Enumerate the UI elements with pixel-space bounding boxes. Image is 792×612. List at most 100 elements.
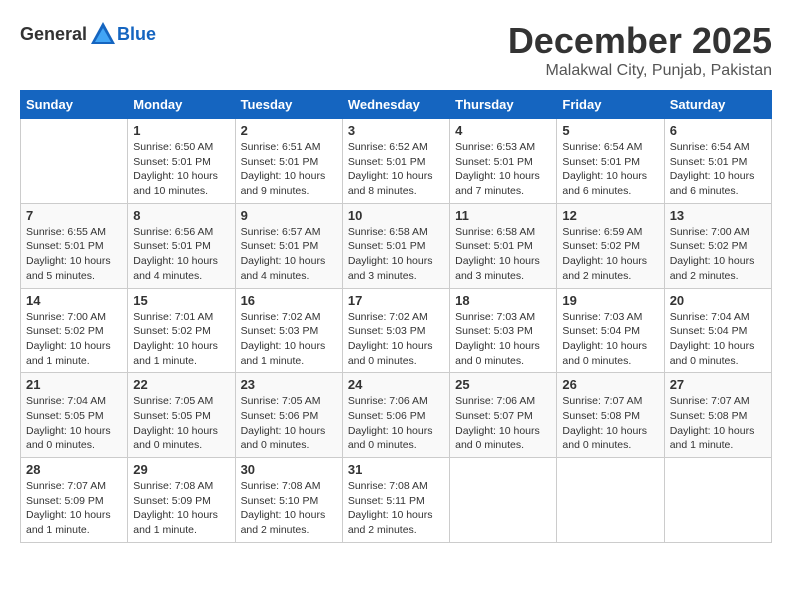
day-number: 1 xyxy=(133,123,229,138)
calendar-cell xyxy=(450,458,557,543)
day-number: 20 xyxy=(670,293,766,308)
day-info: Sunrise: 7:04 AM Sunset: 5:05 PM Dayligh… xyxy=(26,394,122,453)
calendar-cell: 31Sunrise: 7:08 AM Sunset: 5:11 PM Dayli… xyxy=(342,458,449,543)
calendar-week-row: 7 Sunrise: 6:55 AM Sunset: 5:01 PM Daylig… xyxy=(21,203,772,288)
day-info: Sunrise: 7:03 AM Sunset: 5:04 PM Dayligh… xyxy=(562,310,658,369)
day-number: 30 xyxy=(241,462,337,477)
day-info: Sunrise: 6:58 AM Sunset: 5:01 PM Dayligh… xyxy=(455,225,551,284)
calendar-cell: 26 Sunrise: 7:07 AM Sunset: 5:08 PM Dayli… xyxy=(557,373,664,458)
calendar-week-row: 14 Sunrise: 7:00 AM Sunset: 5:02 PM Dayli… xyxy=(21,288,772,373)
logo-general: General xyxy=(20,24,87,45)
calendar-cell: 14 Sunrise: 7:00 AM Sunset: 5:02 PM Dayli… xyxy=(21,288,128,373)
day-number: 25 xyxy=(455,377,551,392)
calendar-table: SundayMondayTuesdayWednesdayThursdayFrid… xyxy=(20,90,772,543)
day-number: 4 xyxy=(455,123,551,138)
calendar-cell: 15Sunrise: 7:01 AM Sunset: 5:02 PM Dayli… xyxy=(128,288,235,373)
calendar-cell: 3Sunrise: 6:52 AM Sunset: 5:01 PM Daylig… xyxy=(342,119,449,204)
day-number: 18 xyxy=(455,293,551,308)
page-header: General Blue December 2025 Malakwal City… xyxy=(20,20,772,80)
location-title: Malakwal City, Punjab, Pakistan xyxy=(508,62,772,80)
day-info: Sunrise: 7:00 AM Sunset: 5:02 PM Dayligh… xyxy=(26,310,122,369)
calendar-cell: 29 Sunrise: 7:08 AM Sunset: 5:09 PM Dayli… xyxy=(128,458,235,543)
logo-blue: Blue xyxy=(117,24,156,45)
day-number: 21 xyxy=(26,377,122,392)
day-number: 27 xyxy=(670,377,766,392)
day-info: Sunrise: 7:08 AM Sunset: 5:09 PM Dayligh… xyxy=(133,479,229,538)
calendar-cell: 22Sunrise: 7:05 AM Sunset: 5:05 PM Dayli… xyxy=(128,373,235,458)
calendar-cell: 21 Sunrise: 7:04 AM Sunset: 5:05 PM Dayli… xyxy=(21,373,128,458)
calendar-cell: 7 Sunrise: 6:55 AM Sunset: 5:01 PM Daylig… xyxy=(21,203,128,288)
header-day: Tuesday xyxy=(235,91,342,119)
calendar-cell: 17 Sunrise: 7:02 AM Sunset: 5:03 PM Dayli… xyxy=(342,288,449,373)
day-info: Sunrise: 7:07 AM Sunset: 5:09 PM Dayligh… xyxy=(26,479,122,538)
calendar-cell: 20 Sunrise: 7:04 AM Sunset: 5:04 PM Dayli… xyxy=(664,288,771,373)
day-info: Sunrise: 7:05 AM Sunset: 5:06 PM Dayligh… xyxy=(241,394,337,453)
day-number: 7 xyxy=(26,208,122,223)
calendar-cell: 25 Sunrise: 7:06 AM Sunset: 5:07 PM Dayli… xyxy=(450,373,557,458)
header-day: Sunday xyxy=(21,91,128,119)
day-number: 2 xyxy=(241,123,337,138)
calendar-cell xyxy=(557,458,664,543)
day-info: Sunrise: 7:06 AM Sunset: 5:07 PM Dayligh… xyxy=(455,394,551,453)
calendar-cell: 5Sunrise: 6:54 AM Sunset: 5:01 PM Daylig… xyxy=(557,119,664,204)
day-info: Sunrise: 6:53 AM Sunset: 5:01 PM Dayligh… xyxy=(455,140,551,199)
calendar-cell xyxy=(664,458,771,543)
calendar-cell: 27 Sunrise: 7:07 AM Sunset: 5:08 PM Dayli… xyxy=(664,373,771,458)
calendar-cell: 24Sunrise: 7:06 AM Sunset: 5:06 PM Dayli… xyxy=(342,373,449,458)
day-info: Sunrise: 7:01 AM Sunset: 5:02 PM Dayligh… xyxy=(133,310,229,369)
header-row: SundayMondayTuesdayWednesdayThursdayFrid… xyxy=(21,91,772,119)
day-number: 19 xyxy=(562,293,658,308)
day-info: Sunrise: 6:54 AM Sunset: 5:01 PM Dayligh… xyxy=(670,140,766,199)
header-day: Monday xyxy=(128,91,235,119)
day-info: Sunrise: 7:02 AM Sunset: 5:03 PM Dayligh… xyxy=(348,310,444,369)
day-number: 17 xyxy=(348,293,444,308)
calendar-cell: 28 Sunrise: 7:07 AM Sunset: 5:09 PM Dayli… xyxy=(21,458,128,543)
calendar-header: SundayMondayTuesdayWednesdayThursdayFrid… xyxy=(21,91,772,119)
calendar-week-row: 21 Sunrise: 7:04 AM Sunset: 5:05 PM Dayli… xyxy=(21,373,772,458)
logo: General Blue xyxy=(20,20,156,48)
day-info: Sunrise: 7:04 AM Sunset: 5:04 PM Dayligh… xyxy=(670,310,766,369)
day-number: 6 xyxy=(670,123,766,138)
day-info: Sunrise: 7:07 AM Sunset: 5:08 PM Dayligh… xyxy=(562,394,658,453)
day-info: Sunrise: 6:56 AM Sunset: 5:01 PM Dayligh… xyxy=(133,225,229,284)
month-title: December 2025 xyxy=(508,20,772,62)
calendar-cell: 30Sunrise: 7:08 AM Sunset: 5:10 PM Dayli… xyxy=(235,458,342,543)
calendar-cell: 13Sunrise: 7:00 AM Sunset: 5:02 PM Dayli… xyxy=(664,203,771,288)
day-info: Sunrise: 7:02 AM Sunset: 5:03 PM Dayligh… xyxy=(241,310,337,369)
day-info: Sunrise: 7:07 AM Sunset: 5:08 PM Dayligh… xyxy=(670,394,766,453)
header-day: Saturday xyxy=(664,91,771,119)
day-info: Sunrise: 7:06 AM Sunset: 5:06 PM Dayligh… xyxy=(348,394,444,453)
day-info: Sunrise: 6:55 AM Sunset: 5:01 PM Dayligh… xyxy=(26,225,122,284)
day-info: Sunrise: 6:54 AM Sunset: 5:01 PM Dayligh… xyxy=(562,140,658,199)
day-number: 26 xyxy=(562,377,658,392)
day-number: 8 xyxy=(133,208,229,223)
day-number: 11 xyxy=(455,208,551,223)
day-number: 12 xyxy=(562,208,658,223)
calendar-cell: 23 Sunrise: 7:05 AM Sunset: 5:06 PM Dayli… xyxy=(235,373,342,458)
calendar-cell: 4 Sunrise: 6:53 AM Sunset: 5:01 PM Daylig… xyxy=(450,119,557,204)
day-number: 29 xyxy=(133,462,229,477)
calendar-cell: 1Sunrise: 6:50 AM Sunset: 5:01 PM Daylig… xyxy=(128,119,235,204)
day-info: Sunrise: 6:52 AM Sunset: 5:01 PM Dayligh… xyxy=(348,140,444,199)
day-info: Sunrise: 7:00 AM Sunset: 5:02 PM Dayligh… xyxy=(670,225,766,284)
calendar-cell: 11 Sunrise: 6:58 AM Sunset: 5:01 PM Dayli… xyxy=(450,203,557,288)
day-info: Sunrise: 6:57 AM Sunset: 5:01 PM Dayligh… xyxy=(241,225,337,284)
calendar-cell: 18Sunrise: 7:03 AM Sunset: 5:03 PM Dayli… xyxy=(450,288,557,373)
day-number: 23 xyxy=(241,377,337,392)
calendar-cell: 12Sunrise: 6:59 AM Sunset: 5:02 PM Dayli… xyxy=(557,203,664,288)
title-block: December 2025 Malakwal City, Punjab, Pak… xyxy=(508,20,772,80)
calendar-cell: 19 Sunrise: 7:03 AM Sunset: 5:04 PM Dayli… xyxy=(557,288,664,373)
calendar-week-row: 1Sunrise: 6:50 AM Sunset: 5:01 PM Daylig… xyxy=(21,119,772,204)
day-number: 9 xyxy=(241,208,337,223)
day-number: 28 xyxy=(26,462,122,477)
calendar-cell: 8 Sunrise: 6:56 AM Sunset: 5:01 PM Daylig… xyxy=(128,203,235,288)
calendar-cell: 10Sunrise: 6:58 AM Sunset: 5:01 PM Dayli… xyxy=(342,203,449,288)
calendar-cell: 16 Sunrise: 7:02 AM Sunset: 5:03 PM Dayli… xyxy=(235,288,342,373)
day-number: 14 xyxy=(26,293,122,308)
logo-icon xyxy=(89,20,117,48)
calendar-body: 1Sunrise: 6:50 AM Sunset: 5:01 PM Daylig… xyxy=(21,119,772,543)
day-number: 10 xyxy=(348,208,444,223)
calendar-cell: 2Sunrise: 6:51 AM Sunset: 5:01 PM Daylig… xyxy=(235,119,342,204)
day-number: 16 xyxy=(241,293,337,308)
header-day: Thursday xyxy=(450,91,557,119)
